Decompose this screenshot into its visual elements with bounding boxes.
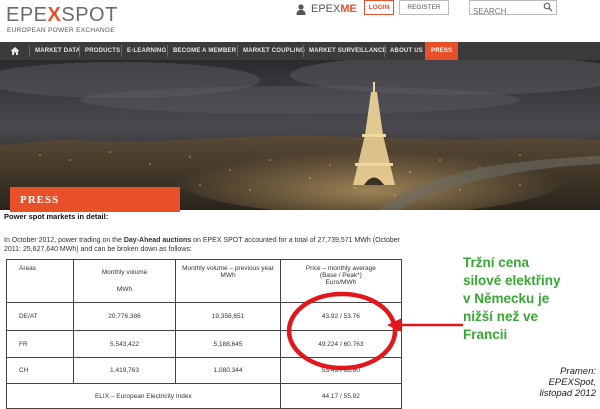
search-input[interactable] bbox=[470, 5, 538, 18]
source-line: listopad 2012 bbox=[539, 388, 596, 399]
section-title: Power spot markets in detail: bbox=[4, 212, 109, 221]
epexme-text-a: EPEX bbox=[311, 3, 341, 15]
logo-text-b: SPOT bbox=[61, 4, 118, 26]
cell-area: CH bbox=[6, 357, 74, 384]
register-button[interactable]: REGISTER bbox=[399, 0, 449, 15]
nav-item-e-learning[interactable]: E-LEARNING bbox=[127, 42, 166, 60]
cell-area: DE/AT bbox=[6, 302, 74, 331]
nav-item-products[interactable]: PRODUCTS bbox=[85, 42, 120, 60]
annotation-line: Tržní cena bbox=[463, 255, 530, 270]
source-note: Pramen: EPEXSpot, listopad 2012 bbox=[500, 366, 596, 399]
header-price-sub: (Base / Peak*) bbox=[319, 272, 362, 279]
logo-text-a: EPE bbox=[6, 4, 48, 26]
cell-elix-label: ELIX – European Electricity Index bbox=[6, 383, 281, 409]
nav-item-about-us[interactable]: ABOUT US bbox=[390, 42, 423, 60]
nav-separator bbox=[121, 45, 122, 57]
cell-prev-volume: 19,358,651 bbox=[175, 302, 281, 331]
header-areas: Areas bbox=[6, 259, 74, 303]
home-icon[interactable] bbox=[10, 46, 20, 56]
source-line: Pramen: bbox=[560, 366, 596, 377]
nav-item-market-data[interactable]: MARKET DATA bbox=[35, 42, 80, 60]
header-price-unit: Euro/MWh bbox=[325, 279, 357, 286]
header-monthly-volume-label: Monthly volume bbox=[101, 269, 148, 276]
arrow-left-icon bbox=[387, 318, 463, 332]
press-banner: PRESS bbox=[10, 187, 180, 212]
header-monthly-volume: Monthly volume MWh bbox=[72, 259, 177, 303]
user-icon bbox=[296, 4, 306, 15]
login-button[interactable]: LOGIN bbox=[364, 0, 394, 15]
intro-paragraph: In October 2012, power trading on the Da… bbox=[4, 236, 404, 254]
intro-text-bold: Day-Ahead auctions bbox=[123, 237, 192, 244]
nav-item-market-coupling[interactable]: MARKET COUPLING bbox=[243, 42, 305, 60]
annotation-line: v Německu je bbox=[463, 291, 550, 306]
nav-separator bbox=[29, 45, 30, 57]
epexme-link[interactable]: EPEXME bbox=[311, 3, 357, 15]
header-monthly-volume-unit: MWh bbox=[116, 286, 133, 293]
logo-subtitle: EUROPEAN POWER EXCHANGE bbox=[7, 27, 116, 34]
nav-separator bbox=[303, 45, 304, 57]
nav-separator bbox=[167, 45, 168, 57]
epexme-text-b: ME bbox=[340, 3, 357, 15]
header-prev-volume-label: Monthly volume – previous year bbox=[182, 265, 274, 272]
cell-area: FR bbox=[6, 330, 74, 358]
nav-item-become-member[interactable]: BECOME A MEMBER bbox=[173, 42, 236, 60]
nav-separator bbox=[384, 45, 385, 57]
header-prev-volume-unit: MWh bbox=[220, 272, 236, 279]
press-banner-label: PRESS bbox=[20, 193, 60, 206]
annotation-line: Francii bbox=[463, 327, 508, 342]
annotation-text: Tržní cena silové elektřiny v Německu je… bbox=[463, 254, 600, 344]
header-prev-volume: Monthly volume – previous year MWh bbox=[175, 259, 281, 303]
annotation-line: silové elektřiny bbox=[463, 273, 561, 288]
intro-text-a: In October 2012, power trading on the bbox=[4, 237, 124, 244]
search-icon[interactable] bbox=[543, 2, 553, 12]
source-line: EPEXSpot, bbox=[548, 377, 596, 388]
nav-item-press[interactable]: PRESS bbox=[425, 42, 459, 60]
cell-volume: 1,419,763 bbox=[72, 357, 177, 384]
logo-text-x: X bbox=[47, 4, 62, 26]
nav-separator bbox=[237, 45, 238, 57]
annotation-line: nižší než ve bbox=[463, 309, 539, 324]
cell-elix-price: 44.17 / 55.92 bbox=[279, 383, 403, 409]
logo[interactable]: EPEXSPOT bbox=[6, 4, 118, 27]
table-row-elix: ELIX – European Electricity Index 44.17 … bbox=[6, 383, 403, 409]
nav-separator bbox=[79, 45, 80, 57]
cell-volume: 5,543,422 bbox=[72, 330, 177, 358]
nav-item-market-surveillance[interactable]: MARKET SURVEILLANCE bbox=[309, 42, 387, 60]
cell-prev-volume: 1,080,344 bbox=[175, 357, 281, 384]
cell-prev-volume: 5,188,645 bbox=[175, 330, 281, 358]
header-price-label: Price – monthly average bbox=[305, 265, 376, 272]
cell-volume: 20,776,386 bbox=[72, 302, 177, 331]
